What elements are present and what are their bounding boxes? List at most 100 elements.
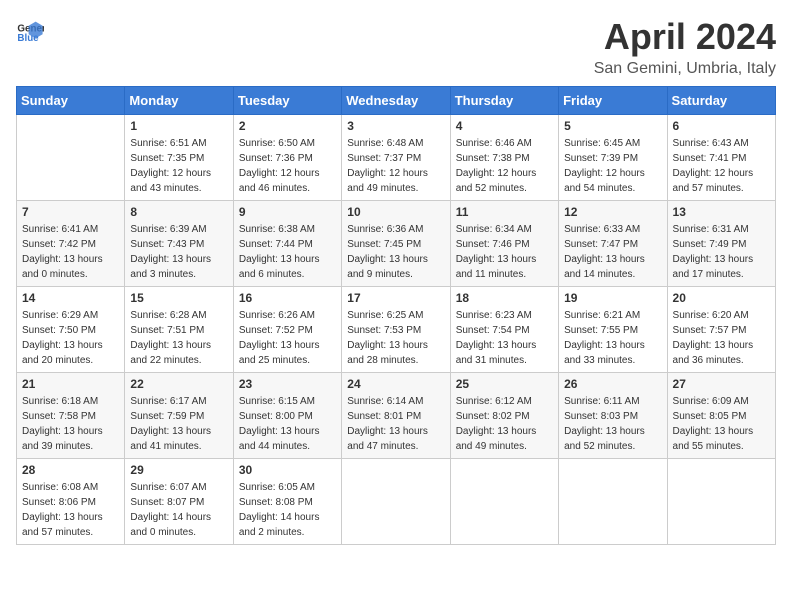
day-info: Sunrise: 6:46 AM Sunset: 7:38 PM Dayligh… <box>456 136 553 196</box>
day-number: 9 <box>239 205 336 219</box>
day-info: Sunrise: 6:39 AM Sunset: 7:43 PM Dayligh… <box>130 222 227 282</box>
calendar-week-row: 14 Sunrise: 6:29 AM Sunset: 7:50 PM Dayli… <box>17 287 776 373</box>
calendar-cell <box>342 459 450 545</box>
day-number: 13 <box>673 205 770 219</box>
calendar-cell: 23 Sunrise: 6:15 AM Sunset: 8:00 PM Dayli… <box>233 373 341 459</box>
page-header: General Blue April 2024 San Gemini, Umbr… <box>16 16 776 78</box>
day-of-week-header: Thursday <box>450 87 558 115</box>
calendar-cell: 4 Sunrise: 6:46 AM Sunset: 7:38 PM Daylig… <box>450 115 558 201</box>
calendar-cell: 9 Sunrise: 6:38 AM Sunset: 7:44 PM Daylig… <box>233 201 341 287</box>
day-number: 5 <box>564 119 661 133</box>
calendar-week-row: 28 Sunrise: 6:08 AM Sunset: 8:06 PM Dayli… <box>17 459 776 545</box>
calendar-cell: 15 Sunrise: 6:28 AM Sunset: 7:51 PM Dayli… <box>125 287 233 373</box>
calendar-cell: 30 Sunrise: 6:05 AM Sunset: 8:08 PM Dayli… <box>233 459 341 545</box>
day-info: Sunrise: 6:07 AM Sunset: 8:07 PM Dayligh… <box>130 480 227 540</box>
day-info: Sunrise: 6:33 AM Sunset: 7:47 PM Dayligh… <box>564 222 661 282</box>
day-info: Sunrise: 6:31 AM Sunset: 7:49 PM Dayligh… <box>673 222 770 282</box>
day-number: 26 <box>564 377 661 391</box>
day-info: Sunrise: 6:14 AM Sunset: 8:01 PM Dayligh… <box>347 394 444 454</box>
calendar-cell: 28 Sunrise: 6:08 AM Sunset: 8:06 PM Dayli… <box>17 459 125 545</box>
day-of-week-header: Monday <box>125 87 233 115</box>
calendar-cell: 24Sunrise: 6:14 AM Sunset: 8:01 PM Dayli… <box>342 373 450 459</box>
day-number: 3 <box>347 119 444 133</box>
day-number: 28 <box>22 463 119 477</box>
day-info: Sunrise: 6:34 AM Sunset: 7:46 PM Dayligh… <box>456 222 553 282</box>
calendar-cell: 5 Sunrise: 6:45 AM Sunset: 7:39 PM Daylig… <box>559 115 667 201</box>
calendar-cell: 2 Sunrise: 6:50 AM Sunset: 7:36 PM Daylig… <box>233 115 341 201</box>
day-number: 4 <box>456 119 553 133</box>
calendar-cell: 12Sunrise: 6:33 AM Sunset: 7:47 PM Dayli… <box>559 201 667 287</box>
day-number: 14 <box>22 291 119 305</box>
logo: General Blue <box>16 16 48 44</box>
calendar-cell: 14 Sunrise: 6:29 AM Sunset: 7:50 PM Dayli… <box>17 287 125 373</box>
calendar-cell <box>559 459 667 545</box>
day-number: 21 <box>22 377 119 391</box>
day-info: Sunrise: 6:45 AM Sunset: 7:39 PM Dayligh… <box>564 136 661 196</box>
day-number: 11 <box>456 205 553 219</box>
day-info: Sunrise: 6:48 AM Sunset: 7:37 PM Dayligh… <box>347 136 444 196</box>
day-of-week-header: Wednesday <box>342 87 450 115</box>
day-info: Sunrise: 6:29 AM Sunset: 7:50 PM Dayligh… <box>22 308 119 368</box>
calendar-cell: 13 Sunrise: 6:31 AM Sunset: 7:49 PM Dayli… <box>667 201 775 287</box>
calendar-cell: 16 Sunrise: 6:26 AM Sunset: 7:52 PM Dayli… <box>233 287 341 373</box>
day-info: Sunrise: 6:08 AM Sunset: 8:06 PM Dayligh… <box>22 480 119 540</box>
day-number: 7 <box>22 205 119 219</box>
calendar-cell: 21Sunrise: 6:18 AM Sunset: 7:58 PM Dayli… <box>17 373 125 459</box>
calendar-cell <box>450 459 558 545</box>
day-info: Sunrise: 6:26 AM Sunset: 7:52 PM Dayligh… <box>239 308 336 368</box>
calendar-cell: 27Sunrise: 6:09 AM Sunset: 8:05 PM Dayli… <box>667 373 775 459</box>
day-number: 22 <box>130 377 227 391</box>
calendar-cell: 8 Sunrise: 6:39 AM Sunset: 7:43 PM Daylig… <box>125 201 233 287</box>
day-info: Sunrise: 6:43 AM Sunset: 7:41 PM Dayligh… <box>673 136 770 196</box>
day-info: Sunrise: 6:11 AM Sunset: 8:03 PM Dayligh… <box>564 394 661 454</box>
day-number: 2 <box>239 119 336 133</box>
day-info: Sunrise: 6:41 AM Sunset: 7:42 PM Dayligh… <box>22 222 119 282</box>
day-info: Sunrise: 6:28 AM Sunset: 7:51 PM Dayligh… <box>130 308 227 368</box>
calendar-week-row: 7 Sunrise: 6:41 AM Sunset: 7:42 PM Daylig… <box>17 201 776 287</box>
day-info: Sunrise: 6:21 AM Sunset: 7:55 PM Dayligh… <box>564 308 661 368</box>
day-info: Sunrise: 6:25 AM Sunset: 7:53 PM Dayligh… <box>347 308 444 368</box>
calendar-cell: 26 Sunrise: 6:11 AM Sunset: 8:03 PM Dayli… <box>559 373 667 459</box>
day-of-week-header: Friday <box>559 87 667 115</box>
calendar-cell: 11 Sunrise: 6:34 AM Sunset: 7:46 PM Dayli… <box>450 201 558 287</box>
calendar-cell: 6 Sunrise: 6:43 AM Sunset: 7:41 PM Daylig… <box>667 115 775 201</box>
day-info: Sunrise: 6:05 AM Sunset: 8:08 PM Dayligh… <box>239 480 336 540</box>
day-number: 6 <box>673 119 770 133</box>
day-of-week-header: Tuesday <box>233 87 341 115</box>
day-info: Sunrise: 6:50 AM Sunset: 7:36 PM Dayligh… <box>239 136 336 196</box>
day-number: 8 <box>130 205 227 219</box>
calendar-cell: 18Sunrise: 6:23 AM Sunset: 7:54 PM Dayli… <box>450 287 558 373</box>
day-info: Sunrise: 6:12 AM Sunset: 8:02 PM Dayligh… <box>456 394 553 454</box>
day-of-week-header: Saturday <box>667 87 775 115</box>
calendar-week-row: 1 Sunrise: 6:51 AM Sunset: 7:35 PM Daylig… <box>17 115 776 201</box>
calendar-week-row: 21Sunrise: 6:18 AM Sunset: 7:58 PM Dayli… <box>17 373 776 459</box>
day-info: Sunrise: 6:51 AM Sunset: 7:35 PM Dayligh… <box>130 136 227 196</box>
calendar-cell: 7 Sunrise: 6:41 AM Sunset: 7:42 PM Daylig… <box>17 201 125 287</box>
day-number: 20 <box>673 291 770 305</box>
day-info: Sunrise: 6:15 AM Sunset: 8:00 PM Dayligh… <box>239 394 336 454</box>
month-title: April 2024 <box>594 16 776 58</box>
day-number: 30 <box>239 463 336 477</box>
calendar-cell: 3 Sunrise: 6:48 AM Sunset: 7:37 PM Daylig… <box>342 115 450 201</box>
calendar-cell: 10Sunrise: 6:36 AM Sunset: 7:45 PM Dayli… <box>342 201 450 287</box>
day-info: Sunrise: 6:38 AM Sunset: 7:44 PM Dayligh… <box>239 222 336 282</box>
day-number: 19 <box>564 291 661 305</box>
day-number: 23 <box>239 377 336 391</box>
title-area: April 2024 San Gemini, Umbria, Italy <box>594 16 776 78</box>
day-number: 16 <box>239 291 336 305</box>
calendar-cell: 1 Sunrise: 6:51 AM Sunset: 7:35 PM Daylig… <box>125 115 233 201</box>
calendar-cell: 25Sunrise: 6:12 AM Sunset: 8:02 PM Dayli… <box>450 373 558 459</box>
calendar-cell: 22 Sunrise: 6:17 AM Sunset: 7:59 PM Dayli… <box>125 373 233 459</box>
calendar-cell <box>17 115 125 201</box>
day-number: 27 <box>673 377 770 391</box>
day-of-week-header: Sunday <box>17 87 125 115</box>
day-info: Sunrise: 6:20 AM Sunset: 7:57 PM Dayligh… <box>673 308 770 368</box>
location-title: San Gemini, Umbria, Italy <box>594 60 776 78</box>
calendar-cell: 17Sunrise: 6:25 AM Sunset: 7:53 PM Dayli… <box>342 287 450 373</box>
day-info: Sunrise: 6:17 AM Sunset: 7:59 PM Dayligh… <box>130 394 227 454</box>
day-number: 10 <box>347 205 444 219</box>
calendar-cell <box>667 459 775 545</box>
day-number: 15 <box>130 291 227 305</box>
day-number: 1 <box>130 119 227 133</box>
calendar-cell: 19 Sunrise: 6:21 AM Sunset: 7:55 PM Dayli… <box>559 287 667 373</box>
